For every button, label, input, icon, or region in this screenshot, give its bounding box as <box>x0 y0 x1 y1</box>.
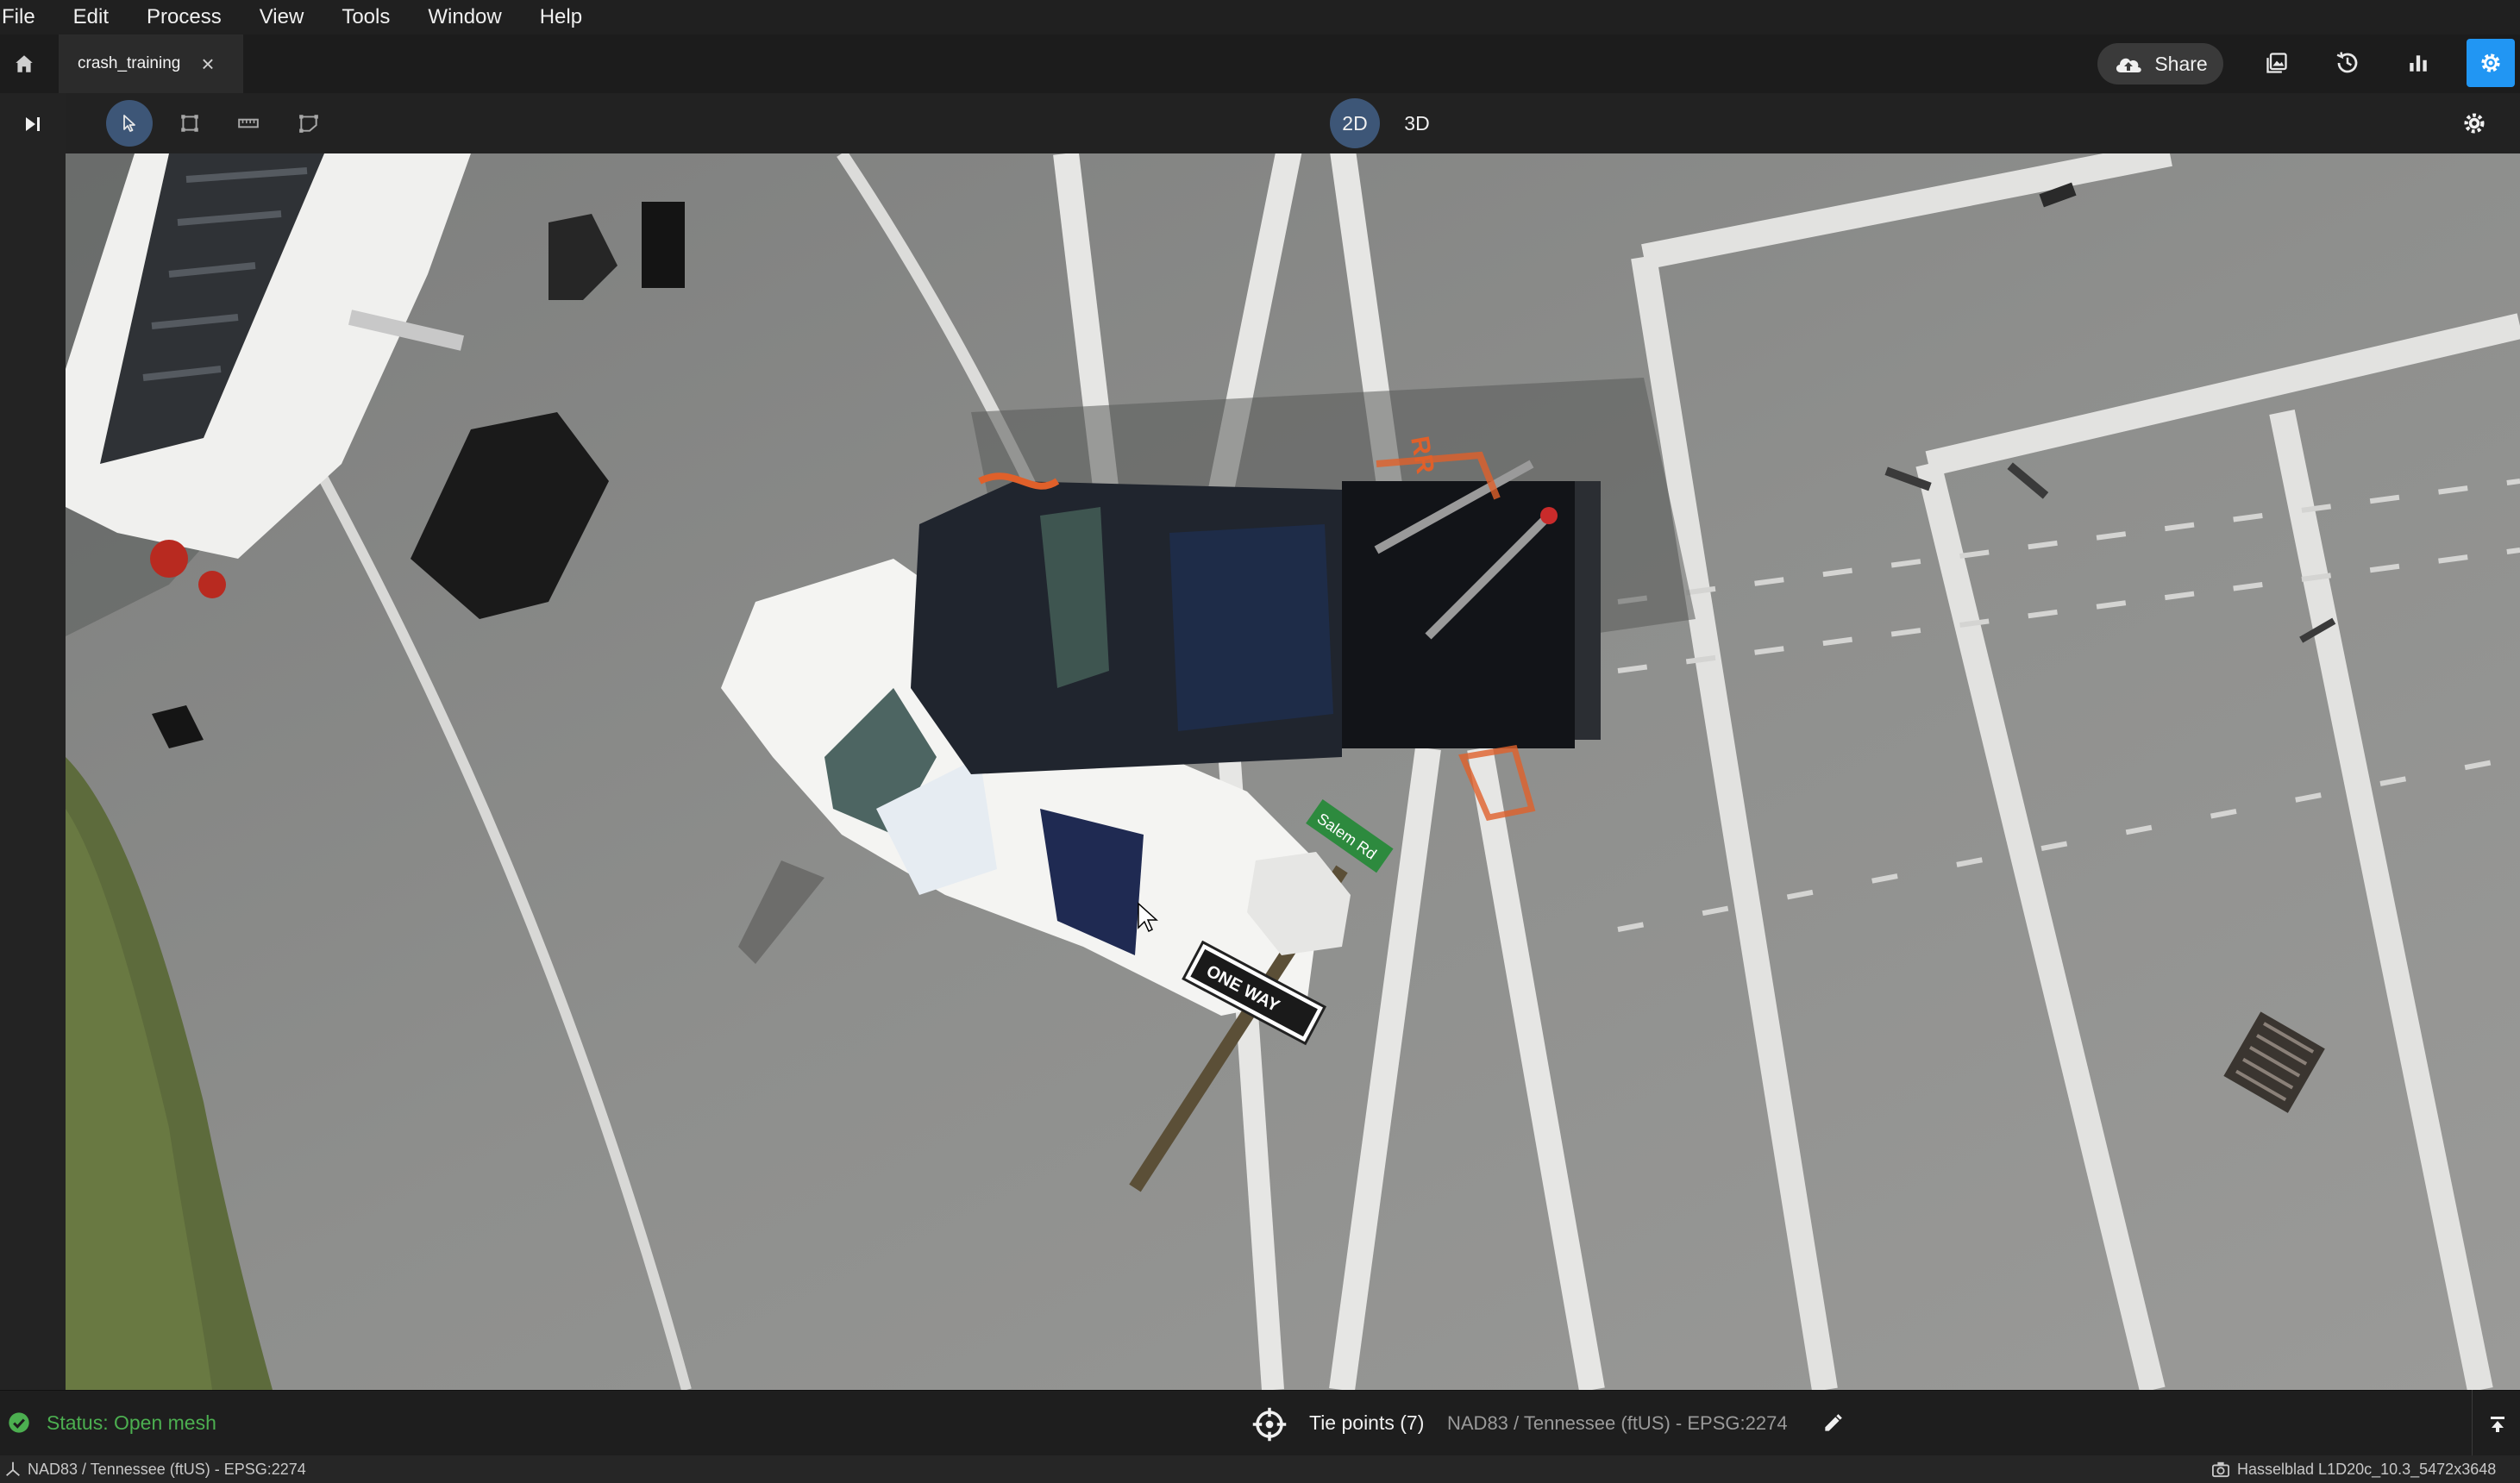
menu-view[interactable]: View <box>260 5 304 29</box>
tie-points-crs: NAD83 / Tennessee (ftUS) - EPSG:2274 <box>1447 1412 1788 1434</box>
close-icon[interactable]: × <box>201 51 214 78</box>
expand-panel-button[interactable] <box>9 100 57 148</box>
history-icon <box>2336 52 2358 73</box>
status-text: Status: Open mesh <box>47 1411 216 1434</box>
equipment-bag <box>642 202 685 288</box>
menu-file[interactable]: File <box>2 5 35 29</box>
home-icon <box>16 55 33 72</box>
collapse-icon <box>2491 1417 2504 1432</box>
check-circle-icon <box>9 1412 29 1433</box>
gear-icon <box>2464 113 2485 134</box>
project-settings-button[interactable] <box>2467 39 2515 87</box>
menu-process[interactable]: Process <box>147 5 222 29</box>
tie-points-label: Tie points (7) <box>1309 1411 1425 1434</box>
polygon-icon <box>299 115 318 133</box>
view-2d-button[interactable]: 2D <box>1330 98 1380 148</box>
share-label: Share <box>2154 52 2208 75</box>
home-button[interactable] <box>0 34 48 93</box>
collapse-panel-button[interactable] <box>2484 1411 2511 1438</box>
cursor-icon <box>123 115 135 132</box>
orthophoto: RR Salem Rd ONE WAY <box>66 153 2520 1390</box>
pencil-icon <box>1825 1414 1842 1431</box>
crosshair-icon <box>1252 1407 1287 1442</box>
cloud-upload-icon <box>2116 58 2142 72</box>
bar-chart-icon <box>2410 55 2427 72</box>
menu-help[interactable]: Help <box>540 5 582 29</box>
footer-camera: Hasselblad L1D20c_10.3_5472x3648 <box>2237 1461 2497 1478</box>
measure-tool[interactable] <box>225 100 272 147</box>
statistics-button[interactable] <box>2396 41 2441 85</box>
gallery-button[interactable] <box>2254 41 2299 85</box>
edit-crs-button[interactable] <box>1818 1409 1847 1438</box>
black-pickup-truck <box>911 460 1601 774</box>
tab-label: crash_training <box>78 54 181 72</box>
map-viewport[interactable]: RR Salem Rd ONE WAY <box>66 153 2520 1390</box>
coordinate-system-indicator <box>3 1460 22 1483</box>
view-toolbar <box>0 93 2520 153</box>
skip-forward-icon <box>26 117 40 131</box>
measure-icon <box>238 118 259 128</box>
tab-crash-training[interactable]: crash_training × <box>59 34 243 93</box>
menu-window[interactable]: Window <box>428 5 501 29</box>
view-settings-button[interactable] <box>2453 102 2496 145</box>
share-button[interactable]: Share <box>2097 43 2223 84</box>
history-button[interactable] <box>2325 41 2370 85</box>
menu-tools[interactable]: Tools <box>342 5 390 29</box>
rectangle-select-icon <box>181 115 198 132</box>
rectangle-select-tool[interactable] <box>166 100 213 147</box>
footer-bar <box>0 1455 2520 1483</box>
image-icon <box>2266 53 2287 73</box>
divider <box>2472 1390 2473 1455</box>
axis-icon <box>6 1461 20 1477</box>
left-sidebar <box>0 93 66 1390</box>
menu-edit[interactable]: Edit <box>73 5 109 29</box>
polygon-tool[interactable] <box>285 100 332 147</box>
tie-points-button[interactable] <box>1251 1405 1288 1443</box>
view-3d-button[interactable]: 3D <box>1392 98 1442 148</box>
menu-bar: File Edit Process View Tools Window Help <box>0 0 2520 34</box>
camera-indicator <box>2211 1461 2230 1482</box>
select-tool[interactable] <box>106 100 153 147</box>
gear-icon <box>2481 53 2500 72</box>
status-indicator <box>7 1411 31 1439</box>
camera-icon <box>2212 1461 2229 1478</box>
footer-crs: NAD83 / Tennessee (ftUS) - EPSG:2274 <box>28 1461 306 1478</box>
